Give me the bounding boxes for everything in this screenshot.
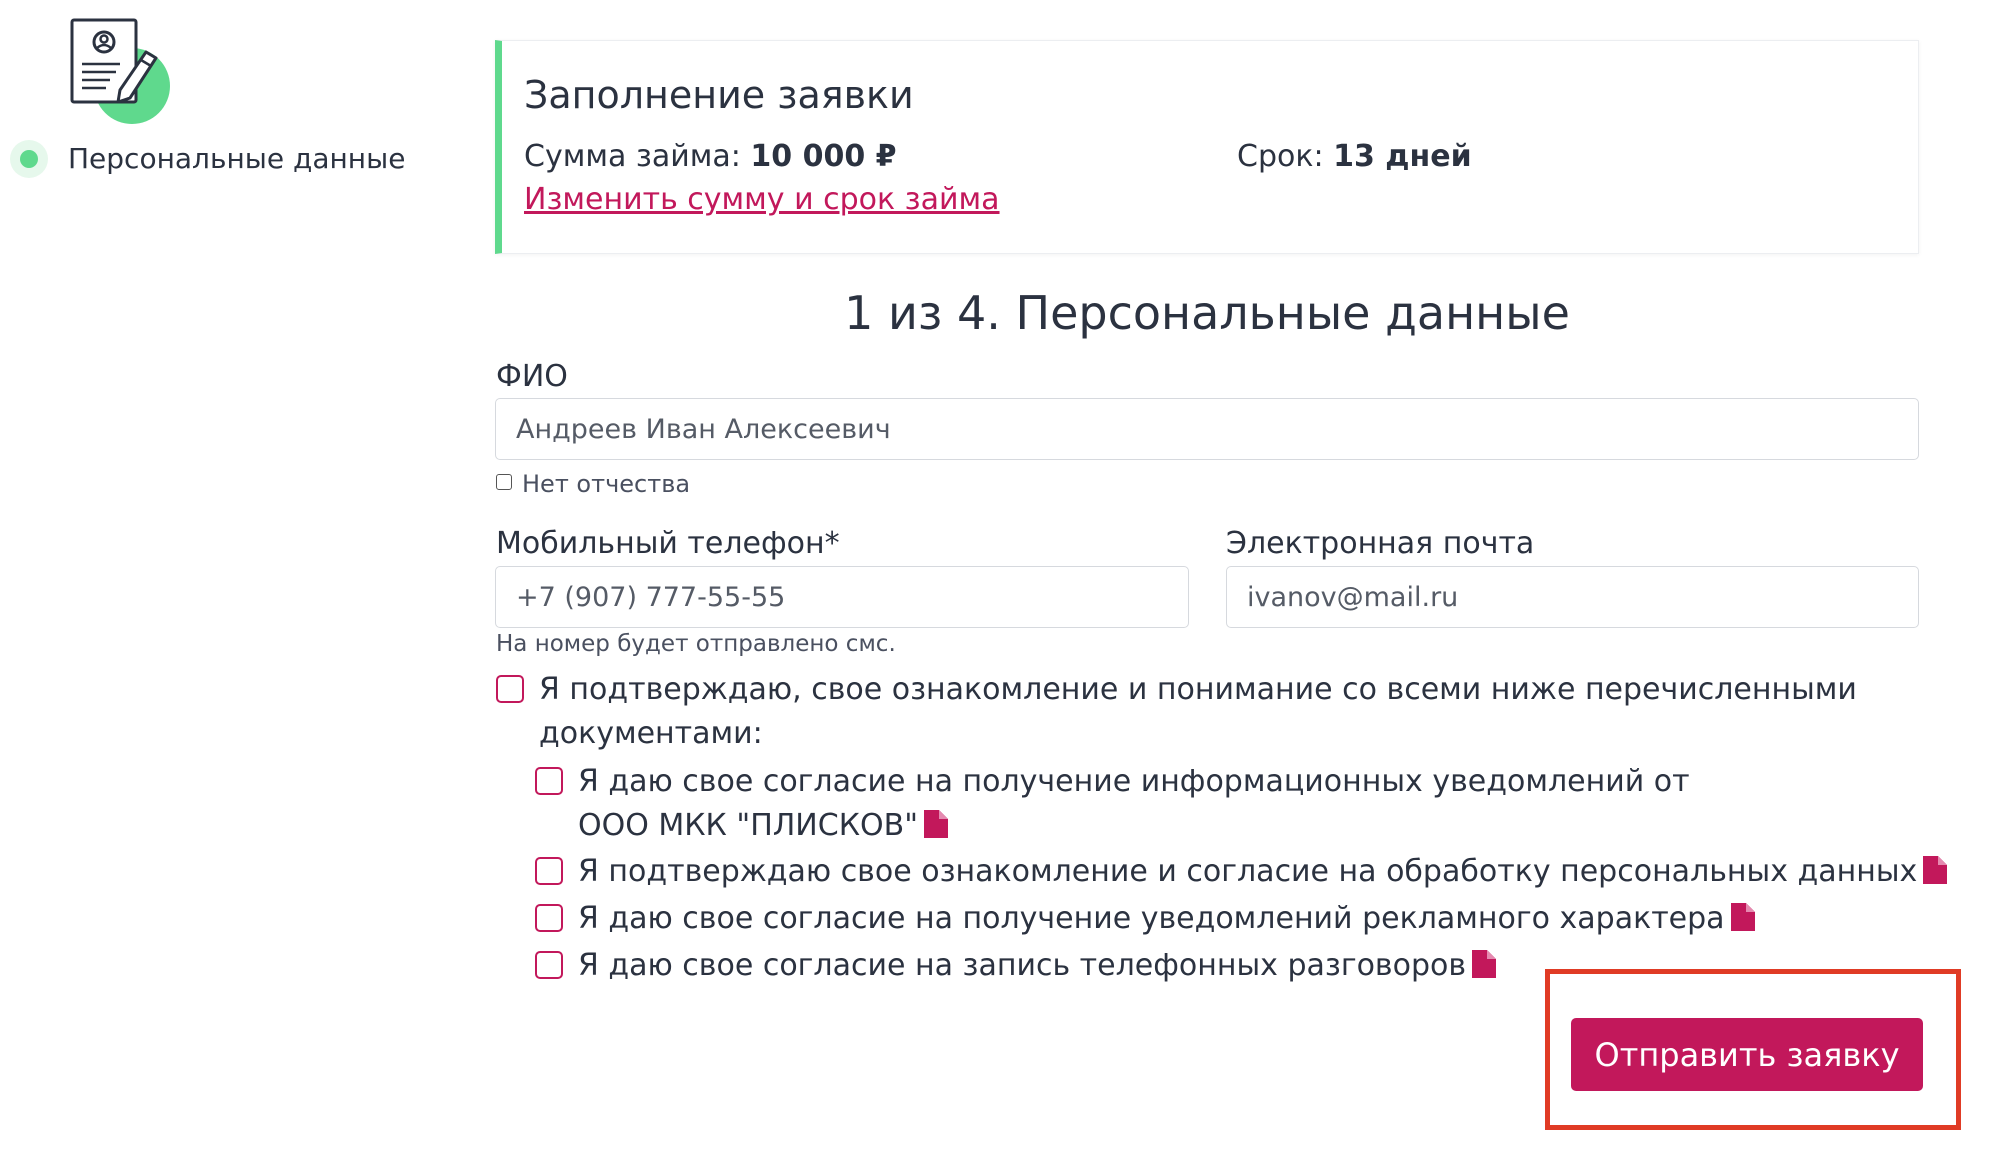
consent-checkbox-notifications[interactable] bbox=[535, 767, 563, 795]
phone-hint: На номер будет отправлено смс. bbox=[496, 631, 896, 657]
loan-summary-card: Заполнение заявки Сумма займа: 10 000 ₽ … bbox=[495, 40, 1919, 254]
consent-text-call-recording: Я даю свое согласие на запись телефонных… bbox=[578, 948, 1467, 983]
change-amount-link[interactable]: Изменить сумму и срок займа bbox=[524, 180, 1000, 220]
sidebar-step-label: Персональные данные bbox=[68, 142, 406, 175]
consent-item-personal-data: Я подтверждаю свое ознакомление и соглас… bbox=[578, 850, 1948, 897]
submit-application-button[interactable]: Отправить заявку bbox=[1571, 1018, 1923, 1091]
document-icon[interactable] bbox=[1923, 853, 1948, 897]
consent-item-advertising: Я даю свое согласие на получение уведомл… bbox=[578, 897, 1755, 944]
loan-term: Срок: 13 дней bbox=[1237, 137, 1472, 177]
personal-data-document-icon bbox=[60, 14, 180, 129]
main-consent-text: Я подтверждаю, свое ознакомление и поним… bbox=[539, 672, 1857, 751]
consent-item-call-recording: Я даю свое согласие на запись телефонных… bbox=[578, 944, 1497, 991]
consent-text-advertising: Я даю свое согласие на получение уведомл… bbox=[578, 901, 1725, 936]
consent-item-notifications: Я даю свое согласие на получение информа… bbox=[578, 760, 1708, 851]
phone-label: Мобильный телефон* bbox=[496, 526, 840, 561]
card-title: Заполнение заявки bbox=[524, 73, 914, 117]
email-input[interactable] bbox=[1226, 566, 1919, 628]
document-icon[interactable] bbox=[1472, 947, 1497, 991]
loan-amount-label: Сумма займа: bbox=[524, 139, 751, 174]
document-icon[interactable] bbox=[924, 807, 948, 851]
loan-term-label: Срок: bbox=[1237, 139, 1334, 174]
fio-input[interactable] bbox=[495, 398, 1919, 460]
consent-checkbox-call-recording[interactable] bbox=[535, 951, 563, 979]
consent-text-personal-data: Я подтверждаю свое ознакомление и соглас… bbox=[578, 854, 1918, 889]
loan-amount-value: 10 000 ₽ bbox=[750, 139, 897, 174]
no-patronymic-label: Нет отчества bbox=[522, 470, 691, 498]
consent-checkbox-personal-data[interactable] bbox=[535, 857, 563, 885]
consent-text-notifications: Я даю свое согласие на получение информа… bbox=[578, 764, 1690, 843]
loan-term-value: 13 дней bbox=[1333, 139, 1472, 174]
loan-amount: Сумма займа: 10 000 ₽ bbox=[524, 137, 897, 177]
step-indicator-dot bbox=[20, 150, 38, 168]
phone-input[interactable] bbox=[495, 566, 1189, 628]
consent-checkbox-advertising[interactable] bbox=[535, 904, 563, 932]
step-indicator bbox=[10, 140, 48, 178]
no-patronymic-checkbox[interactable] bbox=[496, 474, 512, 490]
email-label: Электронная почта bbox=[1226, 526, 1535, 561]
fio-label: ФИО bbox=[496, 359, 568, 394]
document-icon[interactable] bbox=[1730, 900, 1755, 944]
page-title: 1 из 4. Персональные данные bbox=[844, 286, 1570, 340]
main-consent-checkbox[interactable] bbox=[496, 675, 524, 703]
